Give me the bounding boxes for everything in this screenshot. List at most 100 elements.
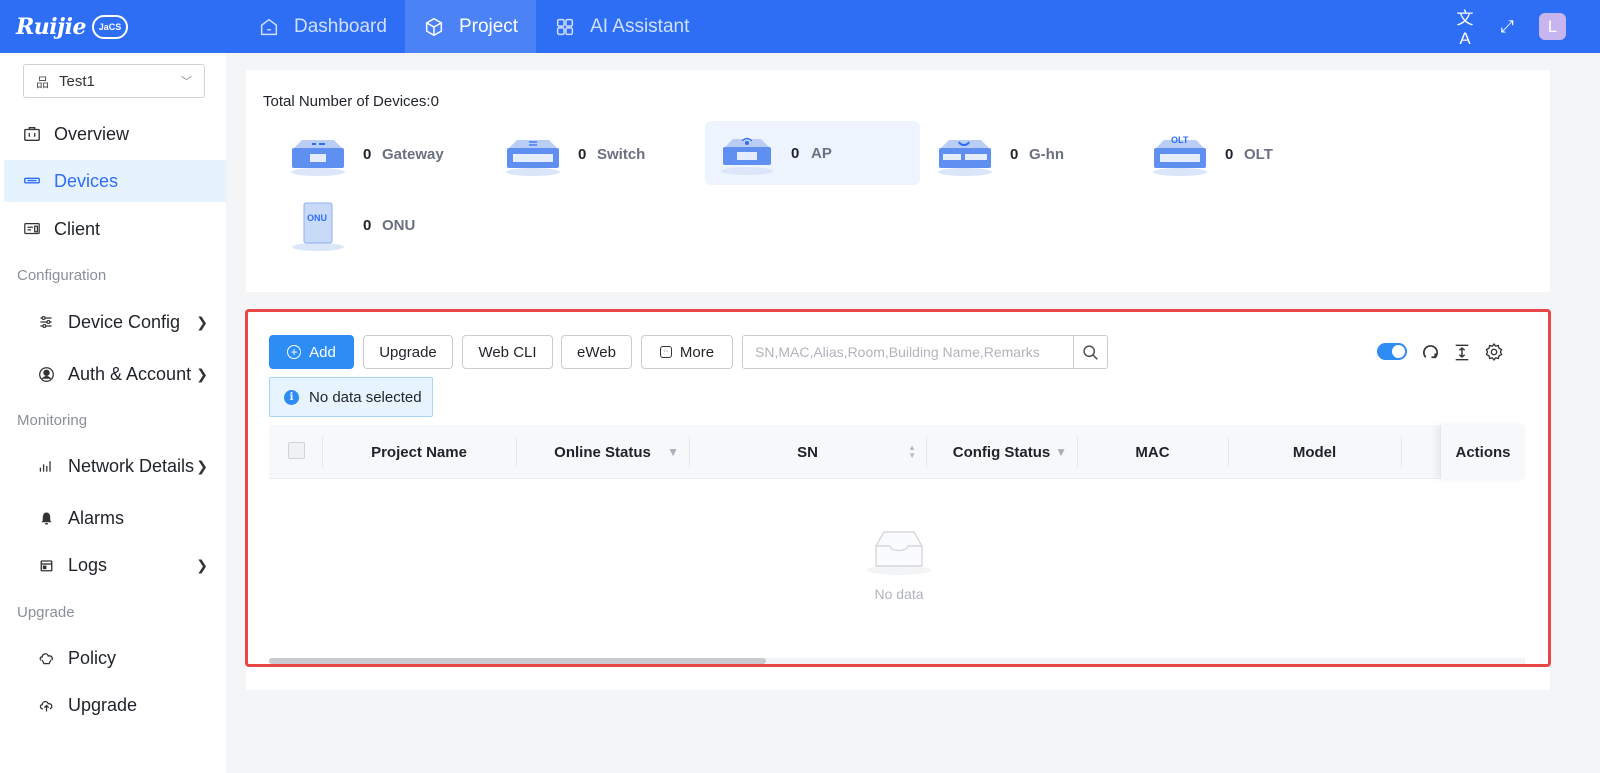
olt-image-label: OLT (1171, 135, 1189, 145)
column-mac[interactable]: MAC (1077, 425, 1228, 479)
olt-device-icon: OLT (1150, 130, 1210, 178)
eweb-button[interactable]: eWeb (561, 335, 632, 369)
column-label: Actions (1455, 443, 1511, 461)
network-icon: 品 (36, 74, 50, 90)
olt-label: OLT (1244, 145, 1273, 163)
chevron-down-icon: ﹀ (181, 76, 192, 88)
logo-cloud-icon: JaCS (91, 14, 128, 39)
translate-icon[interactable]: 文A (1455, 4, 1475, 49)
select-all-checkbox[interactable] (288, 442, 305, 459)
sidebar-item-label: Device Config (68, 311, 181, 332)
chevron-right-icon: ❯ (196, 365, 208, 382)
add-button[interactable]: + Add (269, 335, 354, 369)
refresh-icon[interactable] (1419, 341, 1441, 363)
upgrade-button-label: Upgrade (379, 343, 437, 361)
device-type-switch[interactable]: 0 Switch (463, 122, 678, 186)
selection-info-text: No data selected (309, 388, 422, 406)
filter-icon[interactable]: ▼ (667, 445, 679, 459)
switch-count: 0 (578, 145, 587, 163)
bar-chart-icon (36, 456, 56, 476)
sidebar-item-label: Upgrade (68, 694, 138, 715)
sidebar-item-label: Policy (68, 647, 117, 668)
sidebar-item-label: Devices (54, 170, 119, 191)
sort-icon[interactable]: ▲ ▼ (908, 444, 916, 460)
project-select[interactable]: 品 Test1 ﹀ (23, 64, 205, 98)
column-sn[interactable]: SN ▲ ▼ (689, 425, 926, 479)
column-label: Online Status (554, 443, 651, 461)
nav-ai-assistant[interactable]: AI Assistant (536, 0, 707, 53)
gateway-count: 0 (363, 145, 372, 163)
column-online-status[interactable]: Online Status ▼ (516, 425, 689, 479)
nav-project[interactable]: Project (404, 0, 537, 53)
column-actions: Actions (1440, 425, 1525, 479)
horizontal-scrollbar-thumb[interactable] (269, 658, 766, 664)
policy-icon (36, 648, 56, 668)
row-height-icon[interactable] (1451, 341, 1473, 363)
top-bar: Ruijie JaCS Dashboard Project AI Assista… (0, 0, 1600, 53)
search-icon (1083, 344, 1098, 360)
settings-gear-icon[interactable] (1483, 341, 1505, 363)
sidebar-item-devices[interactable]: Devices (4, 160, 226, 202)
sidebar-item-auth-account[interactable]: Auth & Account ❯ (4, 353, 226, 395)
filter-icon[interactable]: ▼ (1055, 445, 1067, 459)
ghn-device-icon (935, 130, 995, 178)
grid-icon (557, 18, 574, 35)
more-button-label: More (679, 343, 715, 361)
ghn-count: 0 (1010, 145, 1019, 163)
column-project-name[interactable]: Project Name (322, 425, 516, 479)
upgrade-button[interactable]: Upgrade (363, 335, 453, 369)
onu-device-icon: ONU (288, 201, 348, 251)
sidebar-item-policy[interactable]: Policy (4, 637, 226, 679)
onu-image-label: ONU (307, 213, 327, 223)
ap-device-icon (717, 129, 777, 177)
more-button[interactable]: ·· More (641, 335, 733, 369)
device-type-ap[interactable]: 0 AP (705, 121, 920, 185)
search-input[interactable] (743, 336, 1073, 368)
sidebar-item-logs[interactable]: Logs ❯ (4, 544, 226, 586)
top-right-tools: 文A ⤢ L (1455, 0, 1600, 53)
cube-icon (425, 17, 443, 36)
sidebar-item-network-details[interactable]: Network Details ❯ (4, 445, 226, 487)
search-button[interactable] (1073, 336, 1107, 368)
group-upgrade: Upgrade (17, 604, 75, 621)
nav-dashboard[interactable]: Dashboard (240, 0, 405, 53)
chevron-right-icon: ❯ (196, 457, 208, 474)
briefcase-icon (22, 124, 42, 144)
fullscreen-icon[interactable]: ⤢ (1497, 17, 1517, 37)
column-label: Config Status (952, 443, 1051, 461)
chevron-right-icon: ❯ (196, 556, 208, 573)
web-cli-button-label: Web CLI (478, 343, 537, 361)
logo[interactable]: Ruijie JaCS (0, 0, 150, 53)
column-config-status[interactable]: Config Status ▼ (926, 425, 1077, 479)
gateway-label: Gateway (382, 145, 444, 163)
eweb-button-label: eWeb (577, 343, 616, 361)
nav-dashboard-label: Dashboard (294, 15, 387, 37)
devices-icon (22, 171, 42, 191)
device-type-ghn[interactable]: 0 G-hn (895, 122, 1110, 186)
calendar-icon (36, 555, 56, 575)
selection-info-alert: i No data selected (269, 377, 433, 417)
sidebar-item-client[interactable]: Client (4, 208, 226, 250)
device-type-olt[interactable]: OLT 0 OLT (1110, 122, 1325, 186)
sidebar-item-device-config[interactable]: Device Config ❯ (4, 301, 226, 343)
chevron-right-icon: ❯ (196, 313, 208, 330)
nav-ai-assistant-label: AI Assistant (590, 15, 690, 37)
info-icon: i (284, 389, 299, 405)
sliders-icon (36, 312, 56, 332)
avatar[interactable]: L (1539, 13, 1566, 40)
client-icon (22, 219, 42, 239)
web-cli-button[interactable]: Web CLI (462, 335, 553, 369)
device-type-onu[interactable]: ONU 0 ONU (248, 193, 463, 257)
column-model[interactable]: Model (1228, 425, 1401, 479)
bell-icon (36, 508, 56, 528)
device-type-gateway[interactable]: 0 Gateway (248, 122, 463, 186)
group-configuration: Configuration (17, 267, 107, 284)
sidebar-item-upgrade[interactable]: Upgrade (4, 684, 226, 726)
column-label: SN (797, 443, 818, 461)
sidebar-item-overview[interactable]: Overview (4, 113, 226, 155)
logo-text: Ruijie (16, 13, 86, 40)
sidebar-item-label: Alarms (68, 507, 125, 528)
column-label: MAC (1135, 443, 1170, 461)
toggle-switch[interactable] (1377, 343, 1407, 360)
sidebar-item-alarms[interactable]: Alarms (4, 497, 226, 539)
